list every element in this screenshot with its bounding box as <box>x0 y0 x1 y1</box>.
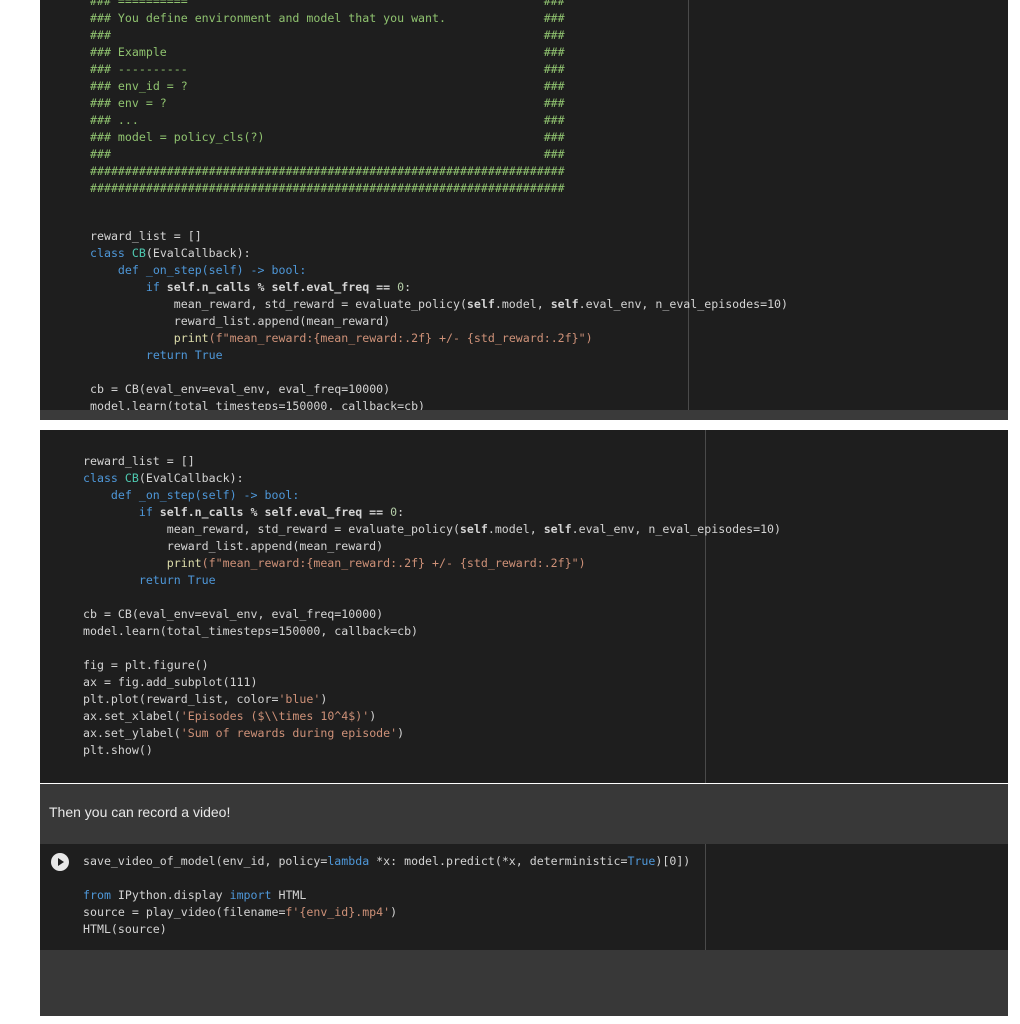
callback-code: reward_list = [] class CB(EvalCallback):… <box>90 229 789 413</box>
plot-code: reward_list = [] class CB(EvalCallback):… <box>83 454 782 757</box>
markdown-cell[interactable]: Then you can record a video! <box>40 784 1008 844</box>
line-length-ruler <box>705 844 706 950</box>
markdown-text: Then you can record a video! <box>49 804 231 820</box>
comment-block: ### ========== ### ### You define enviro… <box>90 0 565 195</box>
play-circle-icon[interactable] <box>51 853 69 871</box>
video-code: save_video_of_model(env_id, policy=lambd… <box>83 854 691 936</box>
code-cell-1[interactable]: ### ========== ### ### You define enviro… <box>40 0 1008 418</box>
cell-output-area <box>40 950 1008 1016</box>
cell-divider <box>40 410 1008 420</box>
code-cell-2[interactable]: reward_list = [] class CB(EvalCallback):… <box>40 430 1008 783</box>
code-cell-3[interactable]: save_video_of_model(env_id, policy=lambd… <box>40 844 1008 950</box>
